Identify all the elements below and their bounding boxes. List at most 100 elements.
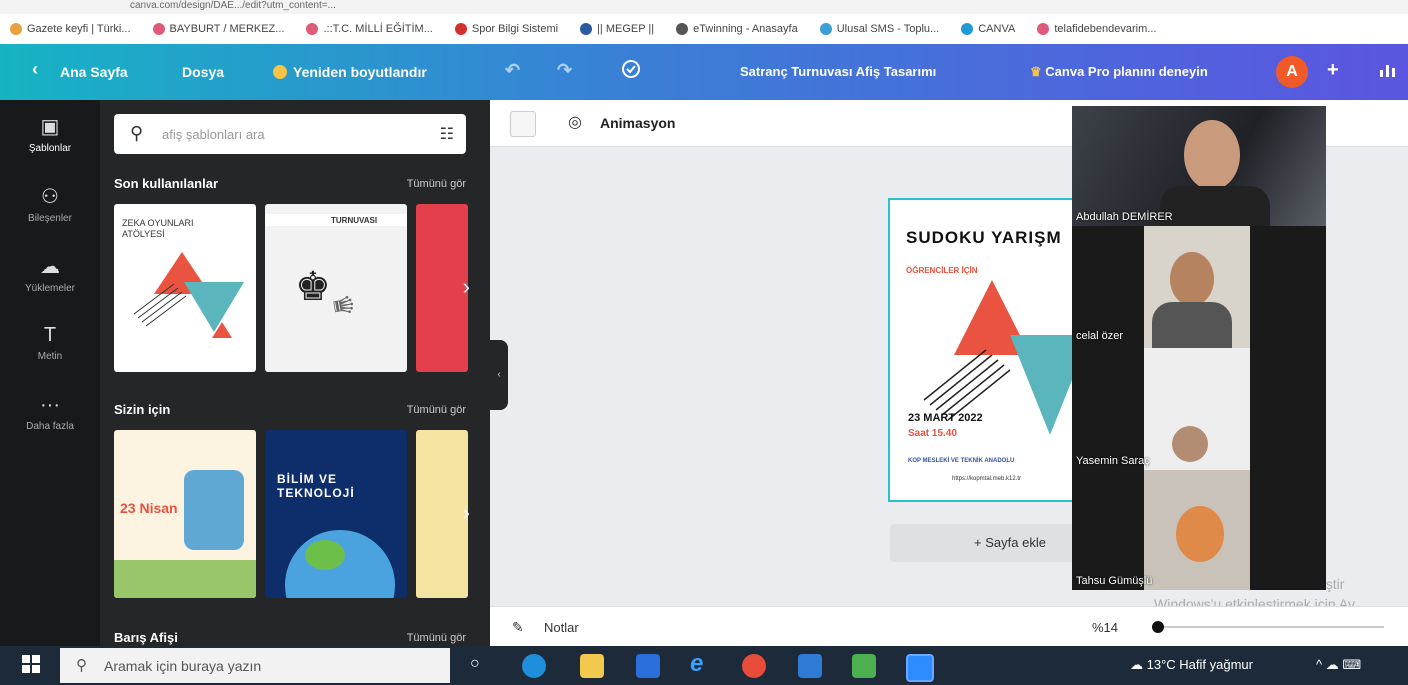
- outlook-icon[interactable]: [798, 654, 822, 678]
- color-swatch[interactable]: [510, 111, 536, 137]
- see-all-recent-link[interactable]: Tümünü gör: [407, 178, 466, 190]
- template-search-input[interactable]: ⚲ afiş şablonları ara ☷: [114, 114, 466, 154]
- template-thumb-red[interactable]: [416, 204, 468, 372]
- bookmark-favicon-icon: [676, 23, 689, 35]
- zoom-app-icon[interactable]: [906, 654, 934, 682]
- resize-button[interactable]: Yeniden boyutlandır: [273, 64, 427, 80]
- template-thumb-chess[interactable]: TURNUVASI ♚ ♛: [265, 204, 407, 372]
- file-menu[interactable]: Dosya: [182, 64, 224, 80]
- bookmark-favicon-icon: [1037, 23, 1050, 35]
- taskbar-search-input[interactable]: ⚲ Aramak için buraya yazın: [60, 648, 450, 683]
- zoom-slider-thumb[interactable]: [1152, 621, 1164, 633]
- sidebar-item-label: Bileşenler: [28, 213, 72, 224]
- poster-art: [923, 280, 1090, 435]
- task-view-icon[interactable]: ○: [470, 655, 480, 673]
- bookmark-item[interactable]: eTwinning - Anasayfa: [676, 23, 798, 35]
- elements-icon: ⚇: [41, 186, 59, 208]
- file-explorer-icon[interactable]: [580, 654, 604, 678]
- search-placeholder: afiş şablonları ara: [162, 127, 265, 142]
- templates-icon: ▣: [40, 116, 60, 138]
- template-thumb-nisan[interactable]: 23 Nisan: [114, 430, 256, 598]
- analytics-icon[interactable]: [1378, 60, 1396, 81]
- poster-time: Saat 15.40: [908, 428, 957, 439]
- see-all-peace-link[interactable]: Tümünü gör: [407, 632, 466, 644]
- bookmark-favicon-icon: [454, 23, 467, 35]
- weather-widget[interactable]: ☁ 13°C Hafif yağmur: [1130, 657, 1253, 673]
- url-text[interactable]: canva.com/design/DAE.../edit?utm_content…: [130, 0, 336, 11]
- windows-start-icon[interactable]: [22, 655, 40, 676]
- bookmark-favicon-icon: [10, 23, 22, 35]
- bookmark-item[interactable]: CANVA: [961, 23, 1015, 35]
- bookmark-favicon-icon: [306, 23, 319, 35]
- video-tile-3: Yasemin Saraç: [1072, 348, 1326, 470]
- cloud-icon: ☁: [1130, 657, 1147, 672]
- app-icon[interactable]: [852, 654, 876, 678]
- poster-url: https://kopmtal.meb.k12.tr: [952, 476, 1022, 482]
- bookmark-item[interactable]: Gazete keyfi | Türki...: [10, 23, 131, 35]
- bookmark-item[interactable]: .::T.C. MİLLİ EĞİTİM...: [306, 23, 433, 35]
- bookmark-item[interactable]: Spor Bilgi Sistemi: [454, 23, 559, 35]
- notes-icon[interactable]: ✎: [512, 619, 524, 636]
- bookmark-item[interactable]: BAYBURT / MERKEZ...: [152, 23, 285, 35]
- participant-name: Abdullah DEMİRER: [1076, 211, 1173, 223]
- sidebar-item-text[interactable]: T Metin: [0, 324, 100, 362]
- template-thumb-bilim[interactable]: BİLİM VE TEKNOLOJİ: [265, 430, 407, 598]
- animation-icon[interactable]: ◎: [568, 112, 582, 132]
- chrome-icon[interactable]: [742, 654, 766, 678]
- sidebar-item-more[interactable]: ··· Daha fazla: [0, 394, 100, 432]
- crown-icon: ♛: [1030, 64, 1046, 79]
- scroll-right-icon[interactable]: ›: [463, 500, 470, 526]
- animation-button[interactable]: Animasyon: [600, 115, 675, 131]
- bookmark-favicon-icon: [152, 23, 165, 35]
- redo-icon[interactable]: ↷: [557, 60, 572, 81]
- section-title-recent: Son kullanılanlar: [114, 176, 219, 191]
- avatar[interactable]: A: [1276, 56, 1308, 88]
- bookmarks-bar: Gazete keyfi | Türki... BAYBURT / MERKEZ.…: [0, 14, 1408, 45]
- template-thumb-yellow[interactable]: [416, 430, 468, 598]
- filter-icon[interactable]: ☷: [440, 124, 454, 144]
- add-people-icon[interactable]: +: [1327, 59, 1339, 82]
- video-tile-2: celal özer: [1072, 226, 1326, 348]
- see-all-for-you-link[interactable]: Tümünü gör: [407, 404, 466, 416]
- participant-name: Tahsu Gümüşlü: [1076, 575, 1153, 587]
- home-link[interactable]: Ana Sayfa: [60, 64, 128, 80]
- try-pro-label: Canva Pro planını deneyin: [1045, 64, 1208, 79]
- sidebar-item-templates[interactable]: ▣ Şablonlar: [0, 114, 100, 154]
- more-icon: ···: [40, 394, 60, 416]
- sidebar-item-label: Metin: [37, 351, 63, 362]
- scroll-right-icon[interactable]: ›: [463, 274, 470, 300]
- store-icon[interactable]: [636, 654, 660, 678]
- design-page[interactable]: SUDOKU YARIŞM ÖĞRENCİLER İÇİN 23 MART 20…: [888, 198, 1092, 502]
- sidebar-item-elements[interactable]: ⚇ Bileşenler: [0, 184, 100, 224]
- bookmark-favicon-icon: [961, 23, 974, 35]
- undo-icon[interactable]: ↶: [505, 60, 520, 81]
- bookmark-item[interactable]: || MEGEP ||: [580, 23, 654, 35]
- poster-school: KOP MESLEKİ VE TEKNİK ANADOLU: [908, 458, 1015, 464]
- bookmark-label: || MEGEP ||: [597, 23, 655, 35]
- bookmark-item[interactable]: Ulusal SMS - Toplu...: [819, 23, 939, 35]
- internet-explorer-icon[interactable]: e: [690, 650, 714, 677]
- bookmark-item[interactable]: telafidebendevarim...: [1037, 23, 1156, 35]
- text-icon: T: [43, 324, 57, 346]
- notes-bar: ✎ Notlar %14: [490, 606, 1408, 647]
- system-tray[interactable]: ^ ☁ ⌨: [1316, 657, 1361, 673]
- poster-date: 23 MART 2022: [908, 412, 983, 424]
- bookmark-label: Spor Bilgi Sistemi: [471, 23, 559, 35]
- sidebar-item-label: Şablonlar: [28, 143, 72, 154]
- sidebar-item-uploads[interactable]: ☁ Yüklemeler: [0, 254, 100, 294]
- collapse-panel-handle[interactable]: ‹: [490, 340, 508, 410]
- browser-address-bar[interactable]: canva.com/design/DAE.../edit?utm_content…: [0, 0, 1408, 15]
- templates-panel: ⚲ afiş şablonları ara ☷ Son kullanılanla…: [100, 100, 490, 646]
- bookmark-label: .::T.C. MİLLİ EĞİTİM...: [323, 23, 433, 35]
- notes-button[interactable]: Notlar: [544, 620, 579, 635]
- edge-icon[interactable]: [522, 654, 546, 678]
- design-title[interactable]: Satranç Turnuvası Afiş Tasarımı: [740, 64, 936, 79]
- left-sidebar: ▣ Şablonlar ⚇ Bileşenler ☁ Yüklemeler T Metin ··…: [0, 100, 100, 646]
- bookmark-favicon-icon: [580, 23, 593, 35]
- bookmark-label: BAYBURT / MERKEZ...: [169, 23, 285, 35]
- section-title-peace: Barış Afişi: [114, 630, 178, 645]
- try-pro-button[interactable]: ♛ Canva Pro planını deneyin: [1030, 64, 1208, 80]
- template-thumb-zeka[interactable]: ZEKA OYUNLARI ATÖLYESİ: [114, 204, 256, 372]
- back-chevron-icon[interactable]: ‹: [32, 59, 38, 80]
- zoom-slider-track[interactable]: [1154, 626, 1384, 628]
